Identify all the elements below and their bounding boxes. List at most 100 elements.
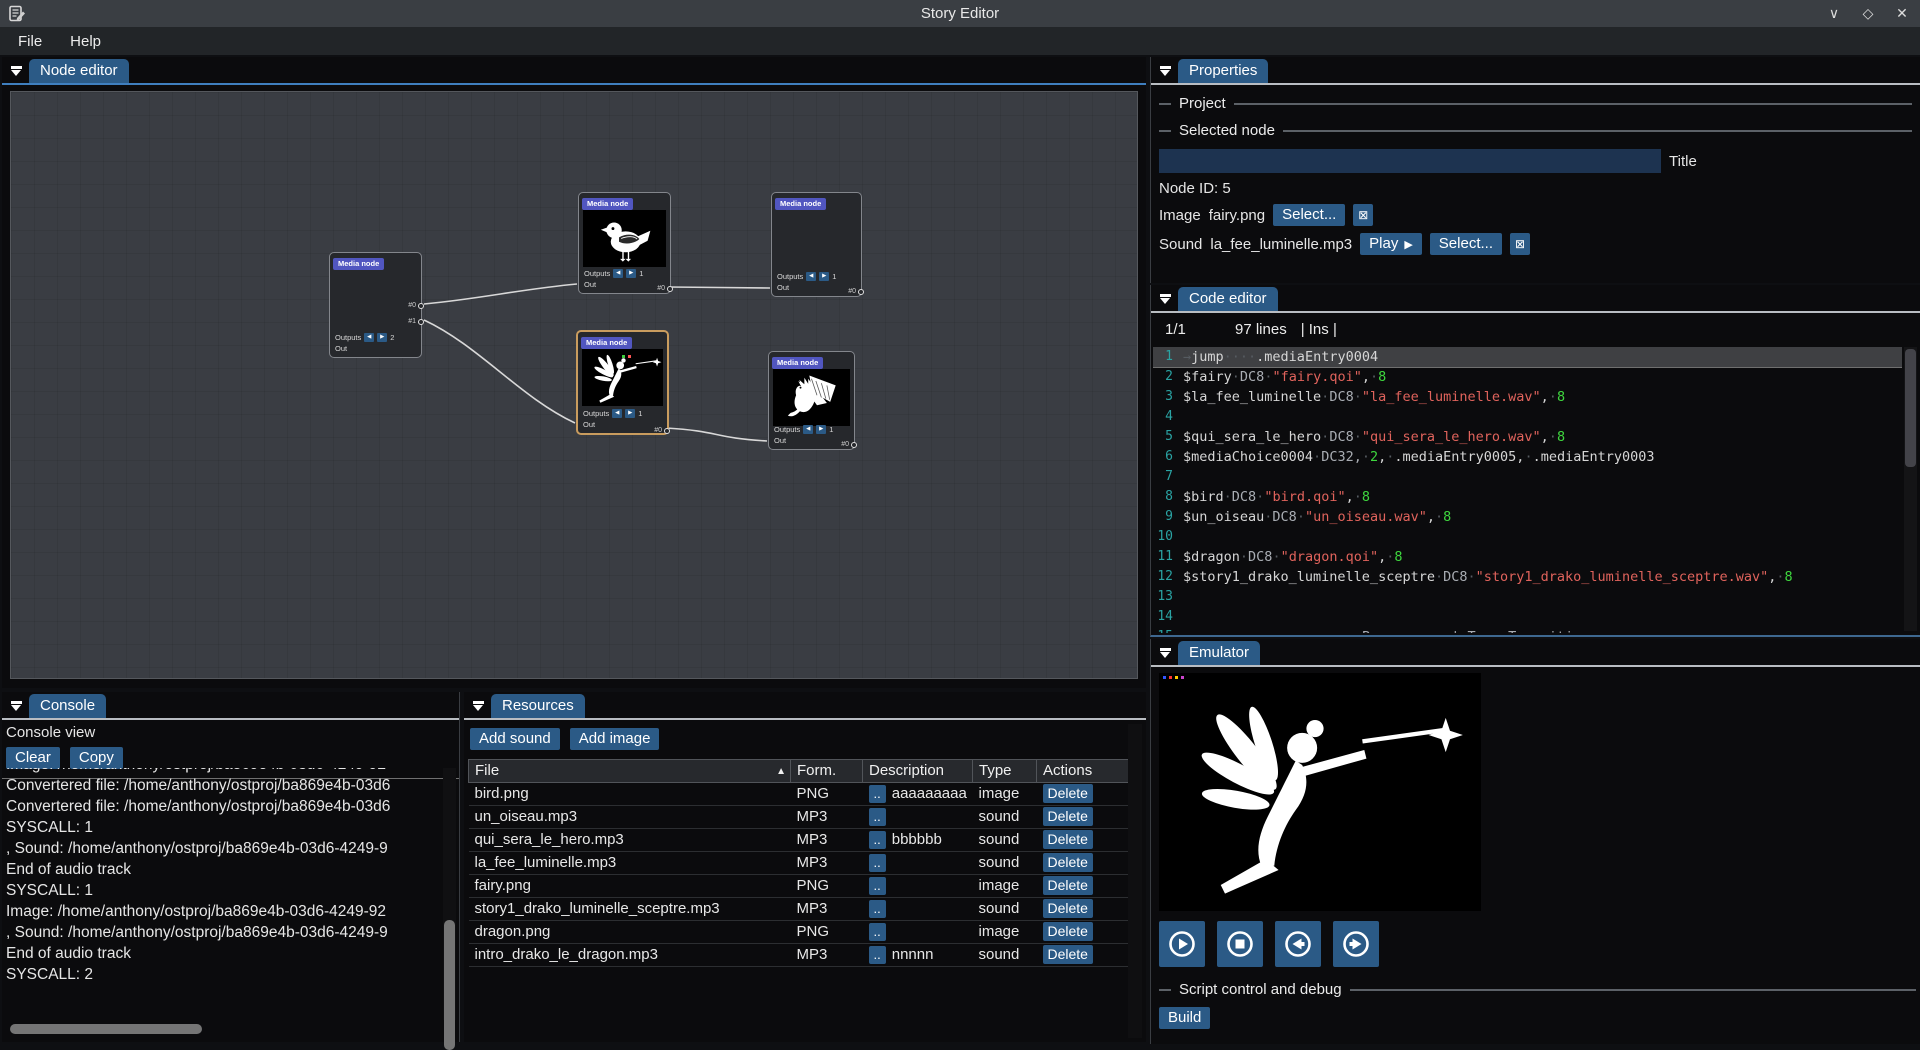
column-header-description[interactable]: Description: [863, 760, 973, 783]
collapse-icon[interactable]: [10, 701, 23, 711]
code-line[interactable]: 8$bird·DC8·"bird.qoi",·8: [1153, 487, 1902, 507]
node[interactable]: Media nodeOutputs◀▶1Out#0: [578, 192, 671, 294]
image-select-button[interactable]: Select...: [1273, 204, 1345, 226]
edit-description-button[interactable]: ..: [869, 900, 886, 918]
output-port[interactable]: #0: [841, 441, 857, 448]
table-row[interactable]: story1_drako_luminelle_sceptre.mp3MP3..s…: [469, 898, 1129, 921]
edit-description-button[interactable]: ..: [869, 808, 886, 826]
decrease-outputs-button[interactable]: ◀: [364, 333, 374, 342]
collapse-icon[interactable]: [1159, 648, 1172, 658]
column-header-file[interactable]: File▲: [469, 760, 791, 783]
delete-button[interactable]: Delete: [1043, 830, 1093, 849]
delete-button[interactable]: Delete: [1043, 899, 1093, 918]
port-connector-icon[interactable]: [664, 428, 670, 434]
increase-outputs-button[interactable]: ▶: [816, 425, 826, 434]
column-header-type[interactable]: Type: [973, 760, 1037, 783]
code-line[interactable]: 6$mediaChoice0004·DC32,·2,·.mediaEntry00…: [1153, 447, 1902, 467]
delete-button[interactable]: Delete: [1043, 876, 1093, 895]
increase-outputs-button[interactable]: ▶: [819, 272, 829, 281]
delete-button[interactable]: Delete: [1043, 853, 1093, 872]
tab-properties[interactable]: Properties: [1178, 59, 1268, 83]
column-header-form[interactable]: Form.: [791, 760, 863, 783]
console-horizontal-scrollbar[interactable]: [10, 1024, 202, 1034]
code-vertical-scrollbar[interactable]: [1905, 349, 1916, 467]
increase-outputs-button[interactable]: ▶: [377, 333, 387, 342]
increase-outputs-button[interactable]: ▶: [625, 409, 635, 418]
table-row[interactable]: fairy.pngPNG..imageDelete: [469, 875, 1129, 898]
code-line[interactable]: 12$story1_drako_luminelle_sceptre·DC8·"s…: [1153, 567, 1902, 587]
increase-outputs-button[interactable]: ▶: [626, 269, 636, 278]
code-line[interactable]: 9$un_oiseau·DC8·"un_oiseau.wav",·8: [1153, 507, 1902, 527]
output-port[interactable]: #0: [657, 285, 673, 292]
close-icon[interactable]: ✕: [1894, 5, 1910, 22]
node[interactable]: Media nodeOutputs◀▶1Out#0: [771, 192, 862, 297]
collapse-icon[interactable]: [1159, 294, 1172, 304]
edit-description-button[interactable]: ..: [869, 946, 886, 964]
node-graph-canvas[interactable]: Media nodeOutputs◀▶2Out#0#1Media nodeOut…: [10, 91, 1138, 679]
code-line[interactable]: 7: [1153, 467, 1902, 487]
port-connector-icon[interactable]: [858, 289, 864, 295]
edit-description-button[interactable]: ..: [869, 923, 886, 941]
code-line[interactable]: 1→jump····.mediaEntry0004: [1153, 347, 1902, 367]
output-port[interactable]: #0: [408, 302, 424, 309]
node-selected[interactable]: Media nodeOutputs◀▶1Out#0: [576, 330, 669, 435]
code-line[interactable]: 11$dragon·DC8·"dragon.qoi",·8: [1153, 547, 1902, 567]
decrease-outputs-button[interactable]: ◀: [806, 272, 816, 281]
menu-help[interactable]: Help: [58, 30, 113, 53]
column-header-actions[interactable]: Actions: [1037, 760, 1129, 783]
menu-file[interactable]: File: [6, 30, 54, 53]
decrease-outputs-button[interactable]: ◀: [803, 425, 813, 434]
port-connector-icon[interactable]: [418, 303, 424, 309]
output-port[interactable]: #1: [408, 318, 424, 325]
add-sound-button[interactable]: Add sound: [470, 728, 560, 750]
step-back-button[interactable]: [1275, 921, 1321, 967]
code-line[interactable]: 10: [1153, 527, 1902, 547]
edit-description-button[interactable]: ..: [869, 831, 886, 849]
collapse-icon[interactable]: [472, 701, 485, 711]
code-line[interactable]: 14: [1153, 607, 1902, 627]
delete-button[interactable]: Delete: [1043, 922, 1093, 941]
port-connector-icon[interactable]: [851, 442, 857, 448]
stop-button[interactable]: [1217, 921, 1263, 967]
decrease-outputs-button[interactable]: ◀: [612, 409, 622, 418]
delete-button[interactable]: Delete: [1043, 945, 1093, 964]
edit-description-button[interactable]: ..: [869, 785, 886, 803]
decrease-outputs-button[interactable]: ◀: [613, 269, 623, 278]
collapse-icon[interactable]: [1159, 66, 1172, 76]
code-line[interactable]: 15 Personnage | Type Transition: [1153, 627, 1902, 633]
play-button[interactable]: [1159, 921, 1205, 967]
code-line[interactable]: 4: [1153, 407, 1902, 427]
table-row[interactable]: bird.pngPNG..aaaaaaaaaimageDelete: [469, 783, 1129, 806]
tab-code-editor[interactable]: Code editor: [1178, 287, 1278, 311]
console-log[interactable]: Image: /home/anthony/ostproj/ba869e4b-03…: [6, 768, 441, 1020]
edit-description-button[interactable]: ..: [869, 877, 886, 895]
table-row[interactable]: la_fee_luminelle.mp3MP3..soundDelete: [469, 852, 1129, 875]
step-forward-button[interactable]: [1333, 921, 1379, 967]
sound-clear-button[interactable]: ⊠: [1510, 233, 1530, 255]
build-button[interactable]: Build: [1159, 1007, 1210, 1029]
node[interactable]: Media nodeOutputs◀▶2Out#0#1: [329, 252, 422, 358]
console-vertical-scrollbar[interactable]: [444, 920, 455, 1050]
sound-play-button[interactable]: Play▶: [1360, 233, 1422, 255]
port-connector-icon[interactable]: [418, 319, 424, 325]
tab-node-editor[interactable]: Node editor: [29, 59, 129, 83]
copy-button[interactable]: Copy: [70, 747, 123, 769]
clear-button[interactable]: Clear: [6, 747, 60, 769]
add-image-button[interactable]: Add image: [570, 728, 660, 750]
minimize-icon[interactable]: ∨: [1826, 5, 1842, 22]
delete-button[interactable]: Delete: [1043, 784, 1093, 803]
delete-button[interactable]: Delete: [1043, 807, 1093, 826]
title-input[interactable]: [1159, 149, 1661, 173]
output-port[interactable]: #0: [848, 288, 864, 295]
sound-select-button[interactable]: Select...: [1430, 233, 1502, 255]
code-line[interactable]: 5$qui_sera_le_hero·DC8·"qui_sera_le_hero…: [1153, 427, 1902, 447]
table-row[interactable]: dragon.pngPNG..imageDelete: [469, 921, 1129, 944]
code-line[interactable]: 13: [1153, 587, 1902, 607]
image-clear-button[interactable]: ⊠: [1353, 204, 1373, 226]
node[interactable]: Media nodeOutputs◀▶1Out#0: [768, 351, 855, 450]
edit-description-button[interactable]: ..: [869, 854, 886, 872]
tab-emulator[interactable]: Emulator: [1178, 641, 1260, 665]
output-port[interactable]: #0: [654, 427, 670, 434]
table-row[interactable]: qui_sera_le_hero.mp3MP3..bbbbbbsoundDele…: [469, 829, 1129, 852]
code-text-area[interactable]: 1→jump····.mediaEntry00042$fairy·DC8·"fa…: [1153, 347, 1902, 633]
